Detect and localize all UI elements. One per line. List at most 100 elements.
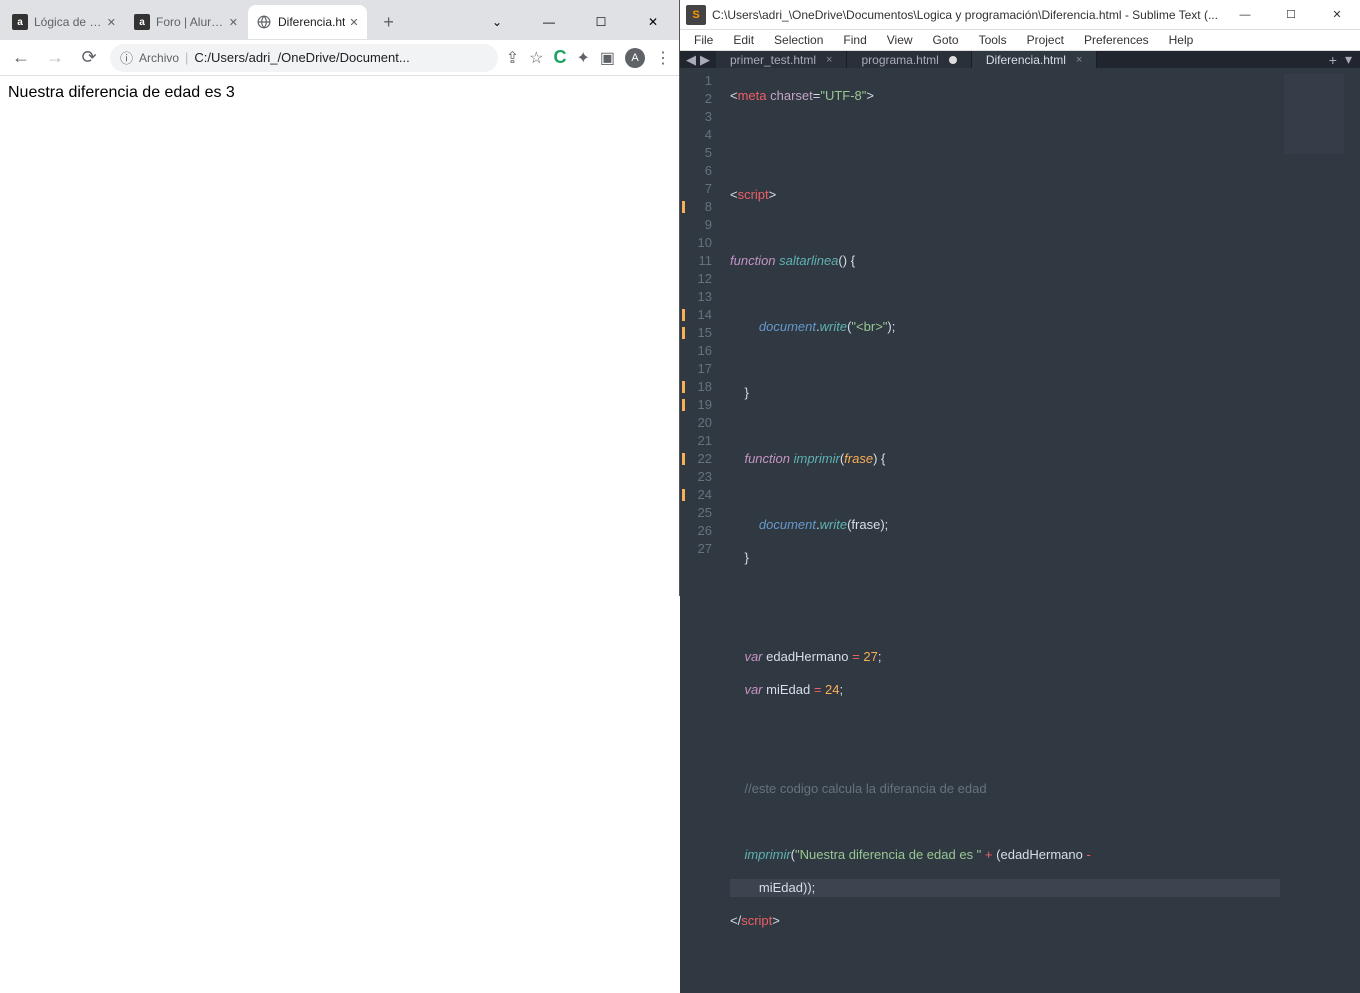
favicon-alura-icon: a bbox=[134, 14, 150, 30]
maximize-button[interactable]: ☐ bbox=[1268, 0, 1314, 30]
chrome-tab-2[interactable]: Diferencia.ht ✕ bbox=[248, 5, 367, 39]
address-bar[interactable]: ⓘ Archivo | C:/Users/adri_/OneDrive/Docu… bbox=[110, 44, 498, 72]
line-number: 2 bbox=[680, 90, 726, 108]
tab-bar-right: + ▾ bbox=[1329, 51, 1360, 68]
chrome-tab-strip: a Lógica de pro ✕ a Foro | Alura L ✕ Dif… bbox=[0, 0, 679, 40]
share-icon[interactable]: ⇪ bbox=[506, 48, 519, 68]
chrome-window: a Lógica de pro ✕ a Foro | Alura L ✕ Dif… bbox=[0, 0, 680, 596]
line-number: 5 bbox=[680, 144, 726, 162]
tab-label: Diferencia.html bbox=[986, 53, 1066, 67]
line-number: 10 bbox=[680, 234, 726, 252]
line-number: 3 bbox=[680, 108, 726, 126]
tab-label: programa.html bbox=[861, 53, 938, 67]
address-text: C:/Users/adri_/OneDrive/Document... bbox=[194, 50, 409, 65]
forward-button[interactable]: → bbox=[42, 45, 68, 71]
line-number: 17 bbox=[680, 360, 726, 378]
menu-tools[interactable]: Tools bbox=[971, 30, 1015, 50]
star-icon[interactable]: ☆ bbox=[529, 48, 543, 68]
new-tab-button[interactable]: + bbox=[375, 8, 403, 36]
chrome-window-controls: ⌄ — ☐ ✕ bbox=[483, 15, 675, 29]
line-number: 27 bbox=[680, 540, 726, 558]
favicon-alura-icon: a bbox=[12, 14, 28, 30]
menu-edit[interactable]: Edit bbox=[725, 30, 762, 50]
line-number: 22 bbox=[680, 450, 726, 468]
dirty-dot-icon bbox=[949, 56, 957, 64]
window-icon[interactable]: ▣ bbox=[600, 48, 615, 68]
menu-find[interactable]: Find bbox=[835, 30, 874, 50]
menu-help[interactable]: Help bbox=[1161, 30, 1202, 50]
editor-tab-2[interactable]: Diferencia.html × bbox=[972, 51, 1097, 68]
close-icon[interactable]: ✕ bbox=[107, 16, 116, 29]
editor-window-controls: — ☐ ✕ bbox=[1222, 0, 1360, 30]
tab-title: Foro | Alura L bbox=[156, 15, 225, 29]
line-number: 1 bbox=[680, 72, 726, 90]
back-button[interactable]: ← bbox=[8, 45, 34, 71]
sublime-window: S C:\Users\adri_\OneDrive\Documentos\Log… bbox=[680, 0, 1360, 596]
chevron-down-icon[interactable]: ⌄ bbox=[483, 15, 511, 29]
new-tab-plus-icon[interactable]: + bbox=[1329, 52, 1337, 68]
address-chip: Archivo bbox=[139, 51, 179, 65]
line-number: 14 bbox=[680, 306, 726, 324]
minimap[interactable] bbox=[1280, 68, 1360, 993]
minimize-button[interactable]: — bbox=[535, 15, 563, 29]
favicon-globe-icon bbox=[256, 14, 272, 30]
editor-menubar: File Edit Selection Find View Goto Tools… bbox=[680, 30, 1360, 51]
chrome-tab-1[interactable]: a Foro | Alura L ✕ bbox=[126, 5, 246, 39]
gutter: 1234567891011121314151617181920212223242… bbox=[680, 68, 726, 993]
separator: | bbox=[185, 50, 188, 65]
tab-label: primer_test.html bbox=[730, 53, 816, 67]
line-number: 20 bbox=[680, 414, 726, 432]
profile-avatar[interactable]: A bbox=[625, 48, 645, 68]
minimize-button[interactable]: — bbox=[1222, 0, 1268, 30]
tab-menu-icon[interactable]: ▾ bbox=[1345, 51, 1352, 68]
menu-preferences[interactable]: Preferences bbox=[1076, 30, 1157, 50]
tab-title: Diferencia.ht bbox=[278, 15, 345, 29]
close-icon[interactable]: × bbox=[826, 54, 832, 66]
maximize-button[interactable]: ☐ bbox=[587, 15, 615, 29]
tab-nav-arrows: ◀ ▶ bbox=[680, 51, 716, 68]
line-number: 8 bbox=[680, 198, 726, 216]
line-number: 4 bbox=[680, 126, 726, 144]
tab-next-icon[interactable]: ▶ bbox=[700, 52, 710, 68]
code-area[interactable]: <meta charset="UTF-8"> <script> function… bbox=[726, 68, 1280, 993]
line-number: 11 bbox=[680, 252, 726, 270]
info-icon[interactable]: ⓘ bbox=[120, 48, 133, 67]
body-text: Nuestra diferencia de edad es 3 bbox=[8, 84, 235, 101]
extensions-puzzle-icon[interactable]: ✦ bbox=[576, 48, 589, 68]
line-number: 26 bbox=[680, 522, 726, 540]
line-number: 21 bbox=[680, 432, 726, 450]
close-window-button[interactable]: ✕ bbox=[639, 15, 667, 29]
close-icon[interactable]: ✕ bbox=[349, 16, 358, 29]
editor-body: 1234567891011121314151617181920212223242… bbox=[680, 68, 1360, 993]
close-icon[interactable]: × bbox=[1076, 54, 1082, 66]
tab-prev-icon[interactable]: ◀ bbox=[686, 52, 696, 68]
close-window-button[interactable]: ✕ bbox=[1314, 0, 1360, 30]
chrome-tab-0[interactable]: a Lógica de pro ✕ bbox=[4, 5, 124, 39]
line-number: 9 bbox=[680, 216, 726, 234]
page-content: Nuestra diferencia de edad es 3 bbox=[0, 76, 679, 596]
line-number: 18 bbox=[680, 378, 726, 396]
menu-icon[interactable]: ⋮ bbox=[655, 48, 671, 68]
menu-view[interactable]: View bbox=[879, 30, 921, 50]
line-number: 25 bbox=[680, 504, 726, 522]
toolbar-icons: ⇪ ☆ C ✦ ▣ A ⋮ bbox=[506, 47, 671, 68]
line-number: 24 bbox=[680, 486, 726, 504]
line-number: 7 bbox=[680, 180, 726, 198]
editor-title: C:\Users\adri_\OneDrive\Documentos\Logic… bbox=[712, 8, 1222, 22]
menu-selection[interactable]: Selection bbox=[766, 30, 831, 50]
line-number: 15 bbox=[680, 324, 726, 342]
chrome-toolbar: ← → ⟳ ⓘ Archivo | C:/Users/adri_/OneDriv… bbox=[0, 40, 679, 76]
menu-project[interactable]: Project bbox=[1019, 30, 1072, 50]
line-number: 16 bbox=[680, 342, 726, 360]
extension-c-icon[interactable]: C bbox=[553, 47, 566, 68]
menu-goto[interactable]: Goto bbox=[925, 30, 967, 50]
line-number: 19 bbox=[680, 396, 726, 414]
tab-title: Lógica de pro bbox=[34, 15, 103, 29]
menu-file[interactable]: File bbox=[686, 30, 721, 50]
editor-tab-bar: ◀ ▶ primer_test.html × programa.html Dif… bbox=[680, 51, 1360, 68]
editor-tab-0[interactable]: primer_test.html × bbox=[716, 51, 847, 68]
sublime-logo-icon: S bbox=[686, 5, 706, 25]
reload-button[interactable]: ⟳ bbox=[76, 45, 102, 71]
close-icon[interactable]: ✕ bbox=[229, 16, 238, 29]
editor-tab-1[interactable]: programa.html bbox=[847, 51, 971, 68]
